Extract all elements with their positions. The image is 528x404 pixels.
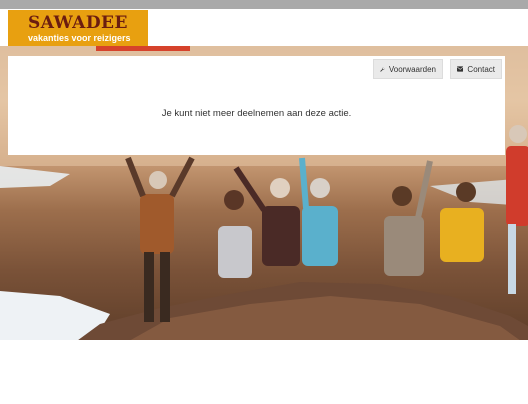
contact-button[interactable]: Contact bbox=[450, 59, 502, 79]
brand-name: SAWADEE bbox=[28, 13, 128, 33]
envelope-icon bbox=[457, 66, 464, 72]
brand-tagline: vakanties voor reizigers bbox=[28, 33, 131, 43]
contact-label: Contact bbox=[467, 64, 495, 74]
status-message: Je kunt niet meer deelnemen aan deze act… bbox=[161, 108, 352, 119]
brand-logo[interactable]: SAWADEE vakanties voor reizigers bbox=[8, 10, 148, 46]
wrench-icon bbox=[380, 66, 385, 72]
message-card: Voorwaarden Contact Je kunt niet meer de… bbox=[8, 56, 505, 155]
accent-stripe bbox=[96, 46, 190, 51]
top-bar bbox=[0, 0, 528, 9]
voorwaarden-button[interactable]: Voorwaarden bbox=[373, 59, 443, 79]
page-footer-area bbox=[0, 340, 528, 404]
voorwaarden-label: Voorwaarden bbox=[388, 64, 436, 74]
